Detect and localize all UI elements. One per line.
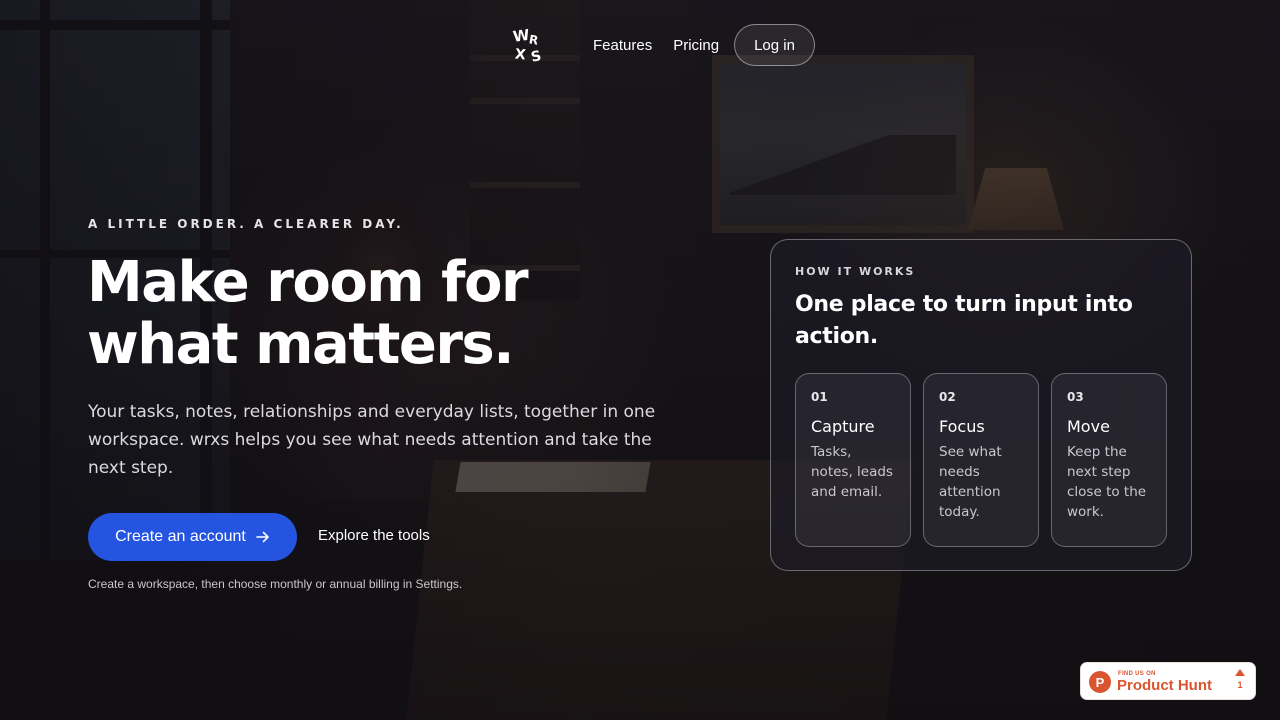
step-number: 01 [811, 390, 828, 404]
svg-text:S: S [530, 48, 543, 64]
product-hunt-name: Product Hunt [1117, 677, 1212, 694]
step-number: 02 [939, 390, 956, 404]
create-account-button[interactable]: Create an account [88, 513, 297, 561]
upvote-count: 1 [1237, 680, 1243, 690]
hero-subcopy: Your tasks, notes, relationships and eve… [88, 402, 656, 478]
svg-text:X: X [514, 46, 527, 63]
how-it-works-eyebrow: HOW IT WORKS [795, 265, 916, 278]
hero-eyebrow: A LITTLE ORDER. A CLEARER DAY. [88, 217, 404, 231]
hero-footnote: Create a workspace, then choose monthly … [88, 577, 463, 591]
step-number: 03 [1067, 390, 1084, 404]
login-button[interactable]: Log in [734, 24, 815, 66]
product-hunt-logo-icon: P [1089, 671, 1111, 693]
upvote-arrow-icon [1235, 669, 1245, 676]
step-description: Tasks, notes, leads and email. [811, 444, 893, 500]
nav-link-pricing[interactable]: Pricing [673, 37, 719, 54]
product-hunt-badge[interactable]: P FIND US ON Product Hunt 1 [1080, 662, 1256, 700]
step-description: See what needs attention today. [939, 444, 1002, 520]
step-card-focus: 02 Focus See what needs attention today. [923, 373, 1039, 547]
step-card-move: 03 Move Keep the next step close to the … [1051, 373, 1167, 547]
arrow-right-icon [256, 531, 269, 543]
how-it-works-title: One place to turn input into action. [795, 292, 1133, 349]
step-description: Keep the next step close to the work. [1067, 444, 1147, 520]
create-account-label: Create an account [115, 528, 246, 545]
step-title: Focus [939, 417, 985, 436]
wrxs-logo-icon: W R X S [512, 26, 543, 66]
step-title: Capture [811, 417, 875, 436]
explore-tools-link[interactable]: Explore the tools [318, 527, 430, 544]
wrxs-logo[interactable]: W R X S [512, 26, 548, 66]
step-title: Move [1067, 417, 1110, 436]
step-card-capture: 01 Capture Tasks, notes, leads and email… [795, 373, 911, 547]
nav-link-features[interactable]: Features [593, 37, 652, 54]
product-hunt-votes: 1 [1233, 669, 1247, 690]
main-nav: Features Pricing [593, 24, 740, 66]
how-it-works-card: HOW IT WORKS One place to turn input int… [770, 239, 1192, 571]
hero-headline: Make room for what matters. [87, 250, 529, 377]
svg-text:R: R [528, 32, 540, 47]
